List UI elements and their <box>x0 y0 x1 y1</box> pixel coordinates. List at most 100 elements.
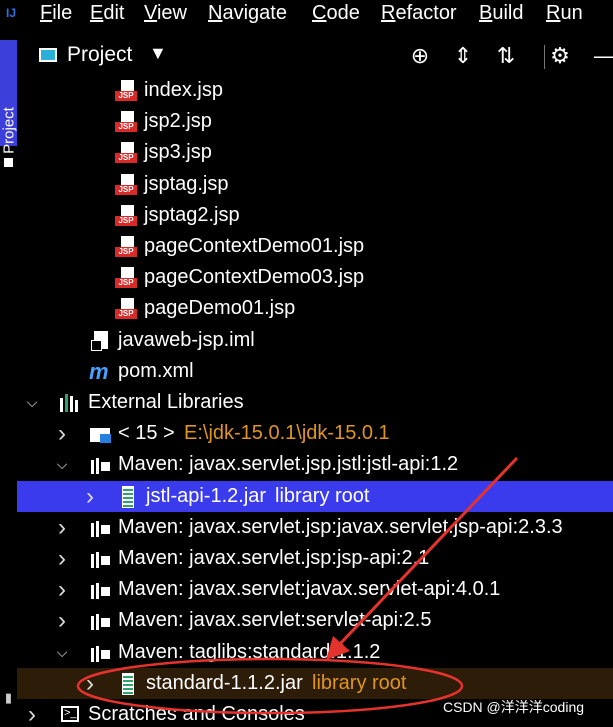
jsp-file-icon: JSP <box>115 298 139 320</box>
chevron-right-icon[interactable]: › <box>55 543 69 574</box>
project-panel-title[interactable]: Project <box>67 43 132 67</box>
tree-row[interactable]: ⌵ Maven: javax.servlet.jsp.jstl:jstl-api:… <box>17 449 613 480</box>
chevron-right-icon[interactable]: › <box>55 605 69 636</box>
tree-row-label: Scratches and Consoles <box>88 703 305 725</box>
watermark: CSDN @洋洋洋coding <box>443 699 585 715</box>
tree-row[interactable]: JSP jsp3.jsp <box>17 137 613 168</box>
menu-refactor[interactable]: Refactor <box>381 0 457 26</box>
tree-row-label: jsp3.jsp <box>144 141 212 164</box>
tree-row-label: pageDemo01.jsp <box>144 297 296 320</box>
tree-row-label: jsptag.jsp <box>144 172 229 195</box>
gear-icon[interactable]: ⚙ <box>547 43 573 69</box>
tree-row[interactable]: › jstl-api-1.2.jar library root <box>17 480 613 512</box>
tree-row[interactable]: JSP jsptag2.jsp <box>17 200 613 231</box>
tree-row-label: < 15 > <box>118 422 175 445</box>
chevron-right-icon[interactable]: › <box>55 574 69 605</box>
tree-row-label: Maven: javax.servlet.jsp.jstl:jstl-api:1… <box>118 453 459 476</box>
chevron-right-icon[interactable]: › <box>55 512 69 543</box>
chevron-down-icon[interactable]: ⌵ <box>55 637 69 668</box>
tree-row[interactable]: JSP pageContextDemo03.jsp <box>17 262 613 293</box>
tree-row[interactable]: ⌵ Maven: taglibs:standard:1.1.2 <box>17 637 613 668</box>
tree-row-label: index.jsp <box>144 79 223 101</box>
caret-down-icon[interactable]: ▼ <box>149 43 167 64</box>
tree-row-label: pageContextDemo01.jsp <box>144 235 365 257</box>
tree-row-label: jsptag2.jsp <box>144 203 240 226</box>
menu-bar: IJ File Edit View Navigate Code Refactor… <box>0 0 613 26</box>
jdk-icon <box>89 423 113 445</box>
jsp-file-icon: JSP <box>115 236 139 258</box>
maven-library-icon <box>89 610 113 632</box>
tree-row[interactable]: m pom.xml <box>17 356 613 387</box>
tree-row[interactable]: JSP pageDemo01.jsp <box>17 293 613 324</box>
tree-row[interactable]: › standard-1.1.2.jar library root <box>17 667 613 699</box>
tree-row-label: Maven: javax.servlet:javax.servlet-api:4… <box>118 578 501 601</box>
project-stripe-button[interactable]: Project <box>0 40 18 167</box>
menu-navigate[interactable]: Navigate <box>208 0 287 26</box>
jdk-path: E:\jdk-15.0.1\jdk-15.0.1 <box>184 422 390 445</box>
maven-library-icon <box>89 579 113 601</box>
maven-library-icon <box>89 454 113 476</box>
tree-row[interactable]: › Maven: javax.servlet.jsp:jsp-api:2.1 <box>17 543 613 574</box>
collapse-all-icon[interactable]: ⇅ <box>493 43 519 69</box>
tree-row[interactable]: javaweb-jsp.iml <box>17 325 613 356</box>
maven-library-icon <box>89 548 113 570</box>
maven-pom-icon: m <box>89 358 109 384</box>
project-stripe-icon <box>4 158 13 167</box>
tree-row[interactable]: › Maven: javax.servlet.jsp:javax.servlet.… <box>17 512 613 543</box>
tree-row-label: jsp2.jsp <box>144 110 212 133</box>
tree-row-label: External Libraries <box>88 391 244 413</box>
tree-row[interactable]: JSP index.jsp <box>17 76 613 106</box>
hide-icon[interactable]: — <box>592 43 613 69</box>
jsp-file-icon: JSP <box>115 173 139 196</box>
tree-row-label: Maven: javax.servlet.jsp:jsp-api:2.1 <box>118 547 430 569</box>
menu-edit[interactable]: Edit <box>90 0 124 26</box>
jar-icon <box>117 672 141 695</box>
scratches-icon: >_ <box>59 704 83 726</box>
tree-row-label: Maven: javax.servlet.jsp:javax.servlet.j… <box>118 515 563 538</box>
structure-stripe-button[interactable]: ▮ <box>0 690 17 727</box>
tree-row[interactable]: ⌵ External Libraries <box>17 387 613 418</box>
tree-row[interactable]: › < 15 > E:\jdk-15.0.1\jdk-15.0.1 <box>17 418 613 449</box>
tree-row[interactable]: › Maven: javax.servlet:servlet-api:2.5 <box>17 605 613 636</box>
tree-row[interactable]: JSP jsptag.jsp <box>17 169 613 200</box>
maven-library-icon <box>89 642 113 664</box>
jsp-file-icon: JSP <box>115 111 139 133</box>
menu-code[interactable]: Code <box>312 0 360 26</box>
menu-view[interactable]: View <box>144 0 187 26</box>
menu-run[interactable]: Run <box>546 0 583 26</box>
chevron-right-icon[interactable]: › <box>25 699 39 727</box>
chevron-down-icon[interactable]: ⌵ <box>55 449 69 480</box>
jsp-file-icon: JSP <box>115 80 139 102</box>
project-tree[interactable]: JSP index.jsp JSP jsp2.jsp JSP jsp3.jsp JSP jsp… <box>17 76 613 727</box>
locate-icon[interactable]: ⊕ <box>407 43 433 69</box>
header-divider <box>544 45 545 69</box>
tree-row[interactable]: JSP pageContextDemo01.jsp <box>17 231 613 262</box>
chevron-right-icon[interactable]: › <box>83 481 97 512</box>
tree-row-label: Maven: javax.servlet:servlet-api:2.5 <box>118 609 432 632</box>
tree-row-label: jstl-api-1.2.jar <box>146 484 267 507</box>
tree-row-label: pageContextDemo03.jsp <box>144 266 365 289</box>
libraries-icon <box>59 392 83 414</box>
jar-icon <box>117 485 141 508</box>
app-logo-icon: IJ <box>5 6 16 20</box>
chevron-right-icon[interactable]: › <box>55 418 69 449</box>
library-root-label: library root <box>275 484 370 507</box>
tree-row-label: pom.xml <box>118 359 194 382</box>
expand-all-icon[interactable]: ⇕ <box>450 43 476 69</box>
jsp-file-icon: JSP <box>115 142 139 164</box>
chevron-down-icon[interactable]: ⌵ <box>25 387 39 418</box>
tree-row-label: standard-1.1.2.jar <box>146 671 303 694</box>
project-window-icon <box>39 48 57 62</box>
chevron-right-icon[interactable]: › <box>83 668 97 699</box>
jsp-file-icon: JSP <box>115 267 139 289</box>
tree-row-label: Maven: taglibs:standard:1.1.2 <box>118 640 381 663</box>
jsp-file-icon: JSP <box>115 204 139 227</box>
module-file-icon <box>89 330 113 352</box>
menu-build[interactable]: Build <box>479 0 523 26</box>
library-root-label: library root <box>312 671 407 694</box>
tree-row-label: javaweb-jsp.iml <box>118 328 255 351</box>
tree-row[interactable]: › Maven: javax.servlet:javax.servlet-api:… <box>17 574 613 605</box>
tree-row[interactable]: JSP jsp2.jsp <box>17 106 613 137</box>
maven-library-icon <box>89 517 113 539</box>
menu-file[interactable]: File <box>40 0 72 26</box>
